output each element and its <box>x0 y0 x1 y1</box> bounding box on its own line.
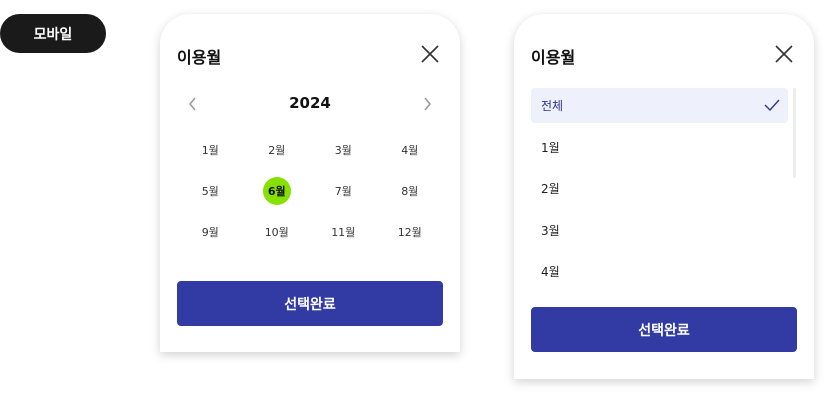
list-item-label: 전체 <box>541 99 564 113</box>
month-label: 8월 <box>401 185 419 198</box>
check-icon <box>764 99 780 112</box>
month-label: 9월 <box>201 226 219 239</box>
month-option[interactable]: 1월 <box>177 136 244 164</box>
month-option[interactable]: 12월 <box>377 218 444 246</box>
month-option[interactable]: 5월 <box>177 177 244 205</box>
year-navigator: 2024 <box>160 94 460 114</box>
list-item-label: 2월 <box>541 182 560 196</box>
month-option[interactable]: 6월 <box>244 177 311 205</box>
month-option[interactable]: 11월 <box>310 218 377 246</box>
mobile-badge: 모바일 <box>0 14 106 53</box>
month-list-panel: 이용월 전체 1월 2월 3월 4월 선택완료 <box>514 14 814 379</box>
month-option[interactable]: 8월 <box>377 177 444 205</box>
list-item-label: 3월 <box>541 223 560 238</box>
month-list: 전체 1월 2월 3월 4월 <box>531 88 788 296</box>
month-option[interactable]: 7월 <box>310 177 377 205</box>
panel-title: 이용월 <box>177 48 222 67</box>
month-label: 4월 <box>401 144 419 157</box>
close-icon[interactable] <box>420 44 440 64</box>
year-label: 2024 <box>289 94 331 112</box>
list-item[interactable]: 1월 <box>531 130 788 165</box>
list-item-label: 4월 <box>541 265 560 279</box>
month-label: 12월 <box>397 226 422 239</box>
list-item-label: 1월 <box>541 140 560 155</box>
month-label: 7월 <box>334 185 352 198</box>
month-option[interactable]: 2월 <box>244 136 311 164</box>
month-label: 3월 <box>334 144 352 157</box>
month-label: 6월 <box>262 177 291 205</box>
list-item[interactable]: 전체 <box>531 88 788 123</box>
month-calendar-panel: 이용월 2024 1월 2월 3월 4월 5월 6월 7월 8월 9월 10월 11월 12월 선택완… <box>160 14 460 352</box>
list-item[interactable]: 2월 <box>531 171 788 206</box>
confirm-button[interactable]: 선택완료 <box>531 307 797 352</box>
scrollbar[interactable] <box>793 88 796 178</box>
list-item[interactable]: 4월 <box>531 254 788 289</box>
month-label: 11월 <box>331 226 356 239</box>
month-option[interactable]: 10월 <box>244 218 311 246</box>
list-item[interactable]: 3월 <box>531 213 788 248</box>
month-option[interactable]: 4월 <box>377 136 444 164</box>
month-label: 5월 <box>201 185 219 198</box>
month-label: 1월 <box>201 144 219 157</box>
month-label: 10월 <box>264 226 289 239</box>
month-option[interactable]: 9월 <box>177 218 244 246</box>
month-option[interactable]: 3월 <box>310 136 377 164</box>
confirm-button[interactable]: 선택완료 <box>177 281 443 326</box>
close-icon[interactable] <box>774 44 794 64</box>
month-label: 2월 <box>268 144 286 157</box>
chevron-right-icon[interactable] <box>420 96 434 112</box>
panel-title: 이용월 <box>531 48 576 67</box>
month-grid: 1월 2월 3월 4월 5월 6월 7월 8월 9월 10월 11월 12월 <box>177 136 443 246</box>
